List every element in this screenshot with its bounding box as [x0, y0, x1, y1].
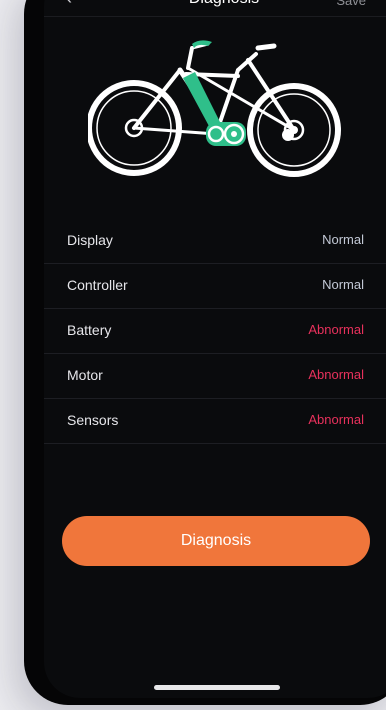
status-value: Abnormal	[308, 367, 364, 382]
component-label: Sensors	[67, 412, 119, 428]
home-indicator[interactable]	[154, 685, 280, 690]
component-label: Motor	[67, 367, 103, 383]
component-label: Display	[67, 232, 113, 248]
save-button[interactable]: Save	[336, 0, 366, 8]
list-item[interactable]: Battery Abnormal	[44, 309, 386, 354]
component-label: Battery	[67, 322, 112, 338]
status-value: Normal	[322, 232, 364, 247]
component-label: Controller	[67, 277, 128, 293]
page-title: Diagnosis	[44, 0, 386, 8]
motor-unit	[206, 122, 246, 146]
phone-screen: ‹ Diagnosis Save	[44, 0, 386, 698]
status-value: Normal	[322, 277, 364, 292]
diagnosis-button[interactable]: Diagnosis	[62, 516, 370, 566]
nav-bar: ‹ Diagnosis Save	[44, 0, 386, 17]
diagnostics-list: Display Normal Controller Normal Battery…	[44, 219, 386, 444]
list-item[interactable]: Controller Normal	[44, 264, 386, 309]
list-item[interactable]: Display Normal	[44, 219, 386, 264]
battery-pack	[183, 72, 220, 128]
list-item[interactable]: Motor Abnormal	[44, 354, 386, 399]
bike-illustration	[88, 40, 341, 177]
status-value: Abnormal	[308, 412, 364, 427]
derailleur	[282, 129, 294, 141]
status-value: Abnormal	[308, 322, 364, 337]
list-item[interactable]: Sensors Abnormal	[44, 399, 386, 444]
